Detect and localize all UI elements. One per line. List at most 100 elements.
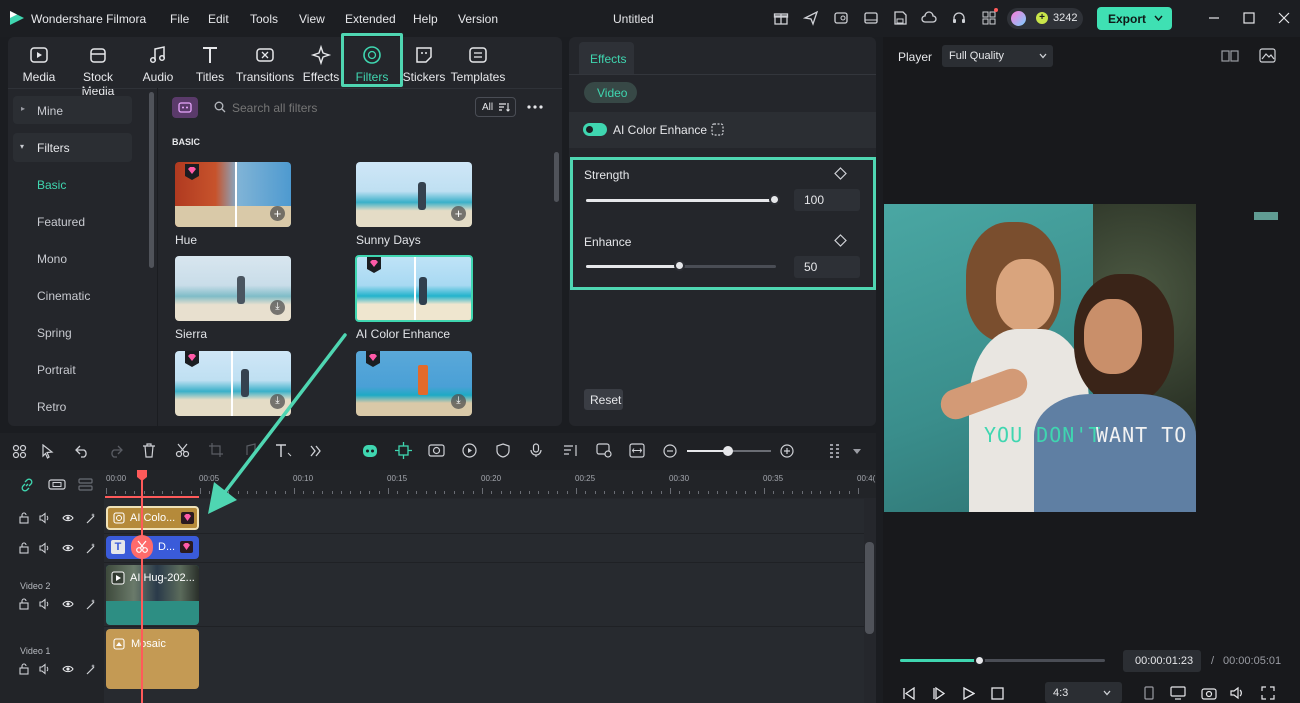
layout-icon[interactable] xyxy=(863,10,879,26)
strength-slider-knob[interactable] xyxy=(769,194,780,205)
sidebar-item-cinematic[interactable]: Cinematic xyxy=(37,289,90,303)
close-icon[interactable] xyxy=(1278,12,1290,24)
magic-wand-icon[interactable] xyxy=(85,663,97,675)
gift-icon[interactable] xyxy=(773,10,789,26)
minimize-icon[interactable] xyxy=(1208,12,1220,24)
sidebar-item-portrait[interactable]: Portrait xyxy=(37,363,76,377)
zoom-in-icon[interactable] xyxy=(780,444,794,458)
microphone-icon[interactable] xyxy=(530,443,542,458)
tab-stock-media[interactable]: Stock Media xyxy=(66,42,130,98)
layout-grid-icon[interactable] xyxy=(12,444,27,459)
reset-button[interactable]: Reset xyxy=(584,389,623,410)
scissors-icon[interactable] xyxy=(175,443,190,458)
magic-wand-icon[interactable] xyxy=(85,542,97,554)
playback-progress-knob[interactable] xyxy=(974,655,985,666)
undo-icon[interactable] xyxy=(75,444,90,458)
ai-tools-icon[interactable] xyxy=(395,442,412,459)
ai-frame-icon[interactable] xyxy=(711,123,724,136)
sidebar-scrollbar[interactable] xyxy=(149,92,154,268)
grid-view-icon[interactable] xyxy=(829,443,842,459)
keyframe-diamond-icon[interactable] xyxy=(834,234,847,247)
next-frame-icon[interactable] xyxy=(932,687,946,700)
filters-scrollbar[interactable] xyxy=(554,152,559,202)
lock-icon[interactable] xyxy=(18,598,30,610)
split-marker[interactable] xyxy=(131,535,153,559)
eye-icon[interactable] xyxy=(62,663,74,675)
group-clips-icon[interactable] xyxy=(48,478,66,491)
tab-effects-property[interactable]: Effects xyxy=(579,42,634,74)
zoom-slider-knob[interactable] xyxy=(723,446,733,456)
media-library-icon[interactable] xyxy=(833,10,849,26)
cloud-upload-icon[interactable] xyxy=(921,10,937,26)
menu-edit[interactable]: Edit xyxy=(208,12,229,26)
subtab-video[interactable]: Video xyxy=(584,82,637,103)
link-icon[interactable] xyxy=(20,478,34,492)
magic-wand-icon[interactable] xyxy=(85,512,97,524)
speaker-icon[interactable] xyxy=(39,598,51,610)
sidebar-filters-group[interactable]: ▾ Filters xyxy=(13,133,132,162)
fullscreen-icon[interactable] xyxy=(1261,686,1275,700)
aspect-ratio-dropdown[interactable]: 4:3 xyxy=(1045,682,1122,703)
ai-camera-icon[interactable] xyxy=(428,442,445,458)
fit-timeline-icon[interactable] xyxy=(629,443,645,458)
play-icon[interactable] xyxy=(962,687,975,700)
sidebar-mine[interactable]: ▸ Mine xyxy=(13,96,132,124)
audio-stretch-icon[interactable] xyxy=(563,443,579,458)
filter-thumb-6[interactable]: ⤓ xyxy=(356,351,472,416)
menu-tools[interactable]: Tools xyxy=(250,12,278,26)
apps-grid-icon[interactable] xyxy=(981,10,997,26)
playhead-handle-icon[interactable] xyxy=(136,470,148,482)
send-icon[interactable] xyxy=(803,10,819,26)
lock-icon[interactable] xyxy=(18,512,30,524)
sidebar-item-spring[interactable]: Spring xyxy=(37,326,72,340)
menu-view[interactable]: View xyxy=(299,12,325,26)
menu-help[interactable]: Help xyxy=(413,12,438,26)
magic-wand-icon[interactable] xyxy=(85,598,97,610)
enhance-slider-knob[interactable] xyxy=(674,260,685,271)
eye-icon[interactable] xyxy=(62,512,74,524)
compare-view-icon[interactable] xyxy=(1221,49,1239,63)
maximize-icon[interactable] xyxy=(1243,12,1255,24)
strength-value-input[interactable]: 100 xyxy=(794,189,860,211)
ai-filter-button[interactable] xyxy=(172,97,198,118)
filter-thumb-ai-color-enhance[interactable] xyxy=(355,255,473,322)
redo-icon[interactable] xyxy=(108,444,123,458)
menu-extended[interactable]: Extended xyxy=(345,12,396,26)
filter-thumb-sunny-days[interactable]: + xyxy=(356,162,472,227)
export-button[interactable]: Export xyxy=(1097,7,1172,30)
sidebar-item-featured[interactable]: Featured xyxy=(37,215,85,229)
eye-icon[interactable] xyxy=(62,542,74,554)
lock-icon[interactable] xyxy=(18,542,30,554)
tab-templates[interactable]: Templates xyxy=(447,42,509,86)
camera-snapshot-icon[interactable] xyxy=(1201,686,1217,700)
more-options-icon[interactable] xyxy=(527,105,543,109)
select-cursor-icon[interactable] xyxy=(41,444,57,459)
sidebar-item-retro[interactable]: Retro xyxy=(37,400,66,414)
filter-thumb-sierra[interactable]: ⤓ xyxy=(175,256,291,321)
clip-mosaic[interactable]: Mosaic xyxy=(106,629,199,689)
tab-media[interactable]: Media xyxy=(8,42,70,86)
snapshot-image-icon[interactable] xyxy=(1259,48,1276,63)
caret-down-icon[interactable] xyxy=(853,449,861,454)
eye-icon[interactable] xyxy=(62,598,74,610)
speaker-icon[interactable] xyxy=(39,512,51,524)
sidebar-item-mono[interactable]: Mono xyxy=(37,252,67,266)
add-icon[interactable]: + xyxy=(270,206,285,221)
speed-icon[interactable] xyxy=(462,443,477,458)
headset-icon[interactable] xyxy=(951,10,967,26)
tab-stickers[interactable]: Stickers xyxy=(393,42,455,86)
stop-icon[interactable] xyxy=(991,687,1004,700)
menu-file[interactable]: File xyxy=(170,12,189,26)
ai-color-enhance-toggle[interactable] xyxy=(583,123,607,136)
clip-ai-hug-video[interactable]: AI Hug-202... xyxy=(106,565,199,625)
shield-mask-icon[interactable] xyxy=(496,443,510,458)
speaker-icon[interactable] xyxy=(39,542,51,554)
zoom-out-icon[interactable] xyxy=(663,444,677,458)
track-layers-icon[interactable] xyxy=(78,478,93,491)
save-icon[interactable] xyxy=(892,10,908,26)
menu-version[interactable]: Version xyxy=(458,12,498,26)
sidebar-item-basic[interactable]: Basic xyxy=(37,178,66,192)
lock-icon[interactable] xyxy=(18,663,30,675)
playhead-line[interactable] xyxy=(141,470,143,703)
filter-all-dropdown[interactable]: All xyxy=(475,97,516,117)
